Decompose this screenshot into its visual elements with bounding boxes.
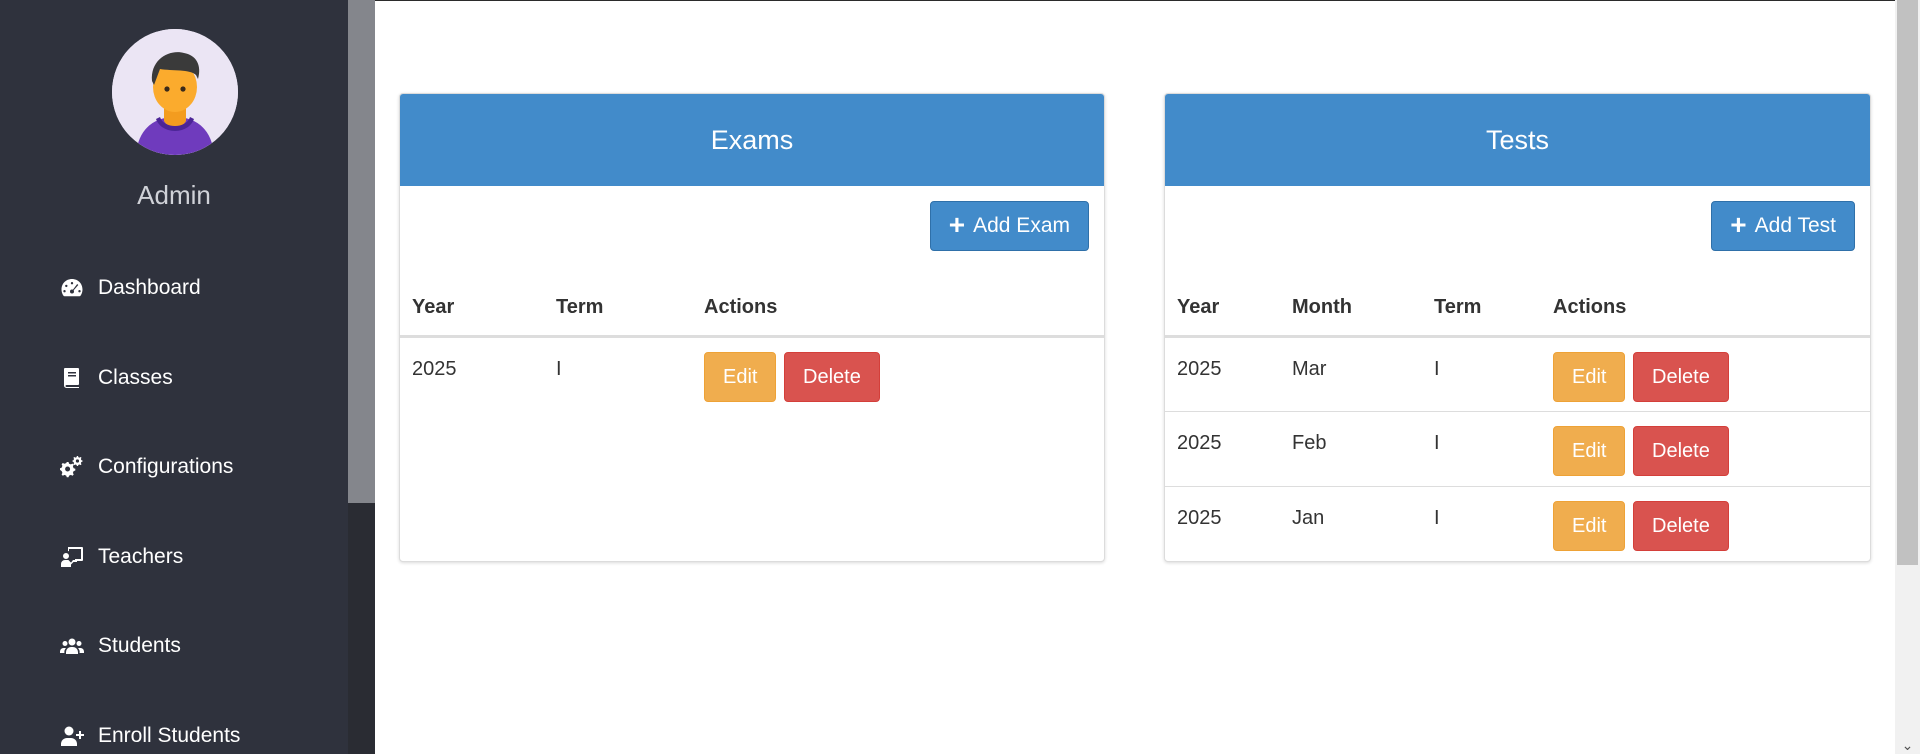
add-test-button[interactable]: + Add Test — [1711, 201, 1855, 251]
user-name: Admin — [137, 180, 211, 210]
column-header-year: Year — [1165, 280, 1280, 338]
sidebar-item-label: Classes — [98, 366, 173, 389]
gears-icon — [58, 453, 86, 481]
delete-button[interactable]: Delete — [1633, 425, 1729, 476]
cell-year: 2025 — [412, 357, 457, 380]
sidebar-item-teachers[interactable]: Teachers — [58, 537, 183, 577]
book-icon — [58, 364, 86, 392]
cell-year: 2025 — [1165, 485, 1280, 561]
sidebar-scrollbar-thumb[interactable] — [348, 0, 375, 503]
edit-button[interactable]: Edit — [704, 351, 777, 402]
edit-button[interactable]: Edit — [1553, 425, 1626, 476]
cell-month: Mar — [1292, 357, 1327, 380]
cell-actions: Edit Delete — [692, 336, 1104, 411]
sidebar-item-label: Students — [98, 634, 181, 657]
table-row: 2025 Feb I Edit Delete — [1165, 410, 1870, 486]
delete-button[interactable]: Delete — [784, 351, 880, 402]
plus-icon: + — [1730, 208, 1747, 240]
cell-year: 2025 — [1177, 357, 1222, 380]
user-avatar-icon — [112, 29, 238, 155]
tests-table: Year Month Term Actions 2025 Mar I Edit … — [1165, 280, 1870, 561]
cell-term: I — [556, 357, 562, 380]
chalkboard-teacher-icon — [58, 543, 86, 571]
cell-term: I — [1422, 485, 1541, 561]
exams-panel: Exams + Add Exam Year Term Actions 2025 … — [399, 93, 1105, 562]
tests-panel: Tests + Add Test Year Month Term Actions… — [1164, 93, 1871, 562]
add-test-label: Add Test — [1754, 214, 1836, 237]
sidebar-item-configurations[interactable]: Configurations — [58, 447, 233, 487]
sidebar-item-label: Dashboard — [98, 276, 201, 299]
table-row: 2025 I Edit Delete — [400, 336, 1104, 411]
column-header-actions: Actions — [1541, 280, 1870, 338]
app-root: Admin Dashboard Classes Configurations T… — [0, 0, 1920, 754]
cell-actions: Edit Delete — [1541, 336, 1870, 411]
cell-term: I — [1422, 410, 1541, 486]
sidebar-item-label: Configurations — [98, 455, 234, 478]
add-exam-label: Add Exam — [973, 214, 1070, 237]
column-header-month: Month — [1280, 280, 1422, 338]
sidebar-item-label: Teachers — [98, 545, 184, 568]
table-header-row: Year Term Actions — [400, 280, 1104, 338]
users-icon — [58, 632, 86, 660]
sidebar-item-enroll-students[interactable]: Enroll Students — [58, 716, 240, 754]
page-scrollbar-thumb[interactable] — [1897, 0, 1918, 565]
cell-actions: Edit Delete — [1541, 410, 1870, 486]
sidebar-item-students[interactable]: Students — [58, 626, 181, 666]
edit-button[interactable]: Edit — [1553, 351, 1626, 402]
cell-actions: Edit Delete — [1541, 485, 1870, 561]
tests-panel-title: Tests — [1165, 94, 1870, 186]
plus-icon: + — [948, 208, 966, 240]
sidebar-item-label: Enroll Students — [98, 724, 241, 747]
cell-month: Feb — [1280, 410, 1422, 486]
exams-panel-title: Exams — [400, 94, 1104, 186]
speedometer-icon — [58, 274, 86, 302]
column-header-year: Year — [400, 280, 544, 338]
main-content: Exams + Add Exam Year Term Actions 2025 … — [375, 0, 1895, 754]
user-plus-icon — [58, 722, 86, 750]
cell-month: Jan — [1280, 485, 1422, 561]
table-row: 2025 Jan I Edit Delete — [1165, 485, 1870, 561]
column-header-term: Term — [1422, 280, 1541, 338]
delete-button[interactable]: Delete — [1633, 500, 1729, 551]
delete-button[interactable]: Delete — [1633, 351, 1729, 402]
add-exam-button[interactable]: + Add Exam — [929, 201, 1089, 251]
cell-term: I — [1434, 357, 1440, 380]
scroll-down-arrow-icon[interactable]: ⌄ — [1895, 736, 1920, 754]
sidebar: Admin Dashboard Classes Configurations T… — [0, 0, 348, 754]
sidebar-item-dashboard[interactable]: Dashboard — [58, 268, 201, 308]
exams-table: Year Term Actions 2025 I Edit Delete — [400, 280, 1104, 411]
edit-button[interactable]: Edit — [1553, 500, 1626, 551]
table-row: 2025 Mar I Edit Delete — [1165, 336, 1870, 411]
sidebar-item-classes[interactable]: Classes — [58, 358, 173, 398]
column-header-actions: Actions — [692, 280, 1104, 338]
column-header-term: Term — [544, 280, 692, 338]
cell-year: 2025 — [1165, 410, 1280, 486]
table-header-row: Year Month Term Actions — [1165, 280, 1870, 338]
